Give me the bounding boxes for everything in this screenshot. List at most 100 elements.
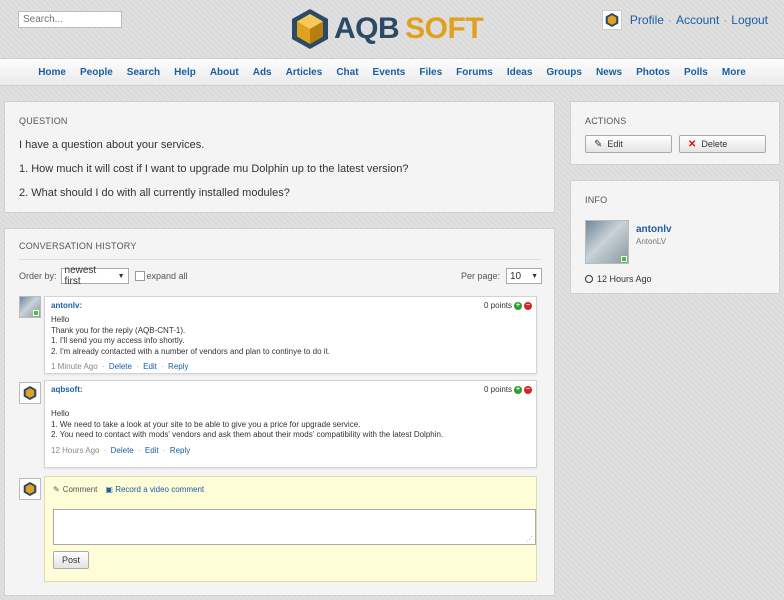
info-user-name[interactable]: antonlv	[636, 224, 672, 235]
profile-link[interactable]: Profile	[630, 13, 664, 27]
comment-textarea[interactable]: ⋰	[53, 509, 536, 545]
comment-line: Hello	[51, 315, 70, 324]
link-separator: ·	[723, 13, 728, 27]
comment-author[interactable]: aqbsoft:	[51, 385, 530, 394]
vote-down-icon[interactable]: −	[524, 385, 532, 394]
avatar[interactable]	[19, 478, 41, 500]
vote-up-icon[interactable]: +	[514, 301, 522, 310]
nav-help[interactable]: Help	[174, 67, 196, 78]
comment-mode-label[interactable]: Comment	[63, 485, 98, 494]
divider	[19, 259, 540, 260]
logout-link[interactable]: Logout	[731, 13, 768, 27]
aqb-logo-icon	[23, 386, 37, 400]
meta-separator: ·	[103, 445, 107, 455]
delete-button[interactable]: ✕ Delete	[679, 135, 766, 153]
online-status-icon	[33, 310, 39, 316]
nav-chat[interactable]: Chat	[336, 67, 358, 78]
question-line: 1. How much it will cost if I want to up…	[19, 163, 409, 175]
pencil-icon: ✎	[53, 485, 60, 494]
user-avatar-icon[interactable]	[601, 10, 622, 30]
main-nav: Home People Search Help About Ads Articl…	[0, 58, 784, 86]
comment-time: 1 Minute Ago	[51, 362, 98, 371]
account-link[interactable]: Account	[676, 13, 719, 27]
info-username: AntonLV	[636, 237, 667, 246]
comment-line: 1. We need to take a look at your site t…	[51, 419, 361, 429]
comment-body: Hello Thank you for the reply (AQB-CNT-1…	[51, 315, 530, 357]
nav-ideas[interactable]: Ideas	[507, 67, 533, 78]
order-select[interactable]: newest first ▼	[60, 265, 129, 287]
meta-separator: ·	[136, 362, 139, 371]
meta-separator: ·	[137, 445, 141, 455]
nav-articles[interactable]: Articles	[286, 67, 323, 78]
delete-button-label: Delete	[701, 139, 728, 149]
comment-reply-link[interactable]: Reply	[170, 446, 190, 455]
record-video-link[interactable]: ▣ Record a video comment	[105, 485, 204, 494]
vote-up-icon[interactable]: +	[514, 385, 522, 394]
edit-icon: ✎	[594, 138, 603, 150]
meta-separator: ·	[162, 445, 166, 455]
nav-photos[interactable]: Photos	[636, 67, 670, 78]
logo-text-aqb: AQB	[334, 12, 400, 45]
history-title: CONVERSATION HISTORY	[19, 241, 137, 251]
comment-line: 1. I'll send you my access info shortly.	[51, 336, 185, 345]
user-links: Profile · Account · Logout	[601, 10, 768, 30]
site-logo[interactable]: AQB SOFT	[290, 6, 500, 52]
search-input[interactable]	[18, 11, 122, 28]
comment-points: 0 points + −	[484, 385, 532, 394]
nav-home[interactable]: Home	[38, 67, 66, 78]
nav-ads[interactable]: Ads	[253, 67, 272, 78]
question-line: I have a question about your services.	[19, 139, 205, 151]
avatar[interactable]	[19, 296, 41, 318]
comment-reply-link[interactable]: Reply	[168, 362, 188, 371]
nav-events[interactable]: Events	[373, 67, 406, 78]
edit-button-label: Edit	[607, 139, 623, 149]
comment-edit-link[interactable]: Edit	[143, 362, 157, 371]
actions-box: ACTIONS ✎ Edit ✕ Delete	[570, 101, 780, 165]
mini-logo-icon	[605, 13, 619, 27]
per-page-value: 10	[510, 270, 522, 282]
comment-item: antonlv: 0 points + − Hello Thank you fo…	[44, 296, 537, 374]
nav-search[interactable]: Search	[127, 67, 160, 78]
meta-separator: ·	[161, 362, 164, 371]
edit-button[interactable]: ✎ Edit	[585, 135, 672, 153]
nav-groups[interactable]: Groups	[546, 67, 582, 78]
nav-news[interactable]: News	[596, 67, 622, 78]
post-button[interactable]: Post	[53, 551, 89, 569]
comment-delete-link[interactable]: Delete	[111, 446, 134, 455]
chevron-down-icon: ▼	[117, 272, 125, 280]
avatar[interactable]	[19, 382, 41, 404]
comment-line: Hello	[51, 409, 70, 418]
comment-author[interactable]: antonlv:	[51, 301, 530, 310]
comment-meta: 12 Hours Ago · Delete · Edit · Reply	[51, 446, 530, 455]
info-time: 12 Hours Ago	[585, 274, 652, 284]
nav-more[interactable]: More	[722, 67, 746, 78]
nav-forums[interactable]: Forums	[456, 67, 493, 78]
actions-title: ACTIONS	[585, 116, 627, 126]
info-box: INFO antonlv AntonLV 12 Hours Ago	[570, 180, 780, 294]
question-title: QUESTION	[19, 116, 68, 126]
expand-all-checkbox[interactable]	[134, 271, 145, 281]
comment-edit-link[interactable]: Edit	[145, 446, 159, 455]
avatar[interactable]	[585, 220, 629, 264]
nav-polls[interactable]: Polls	[684, 67, 708, 78]
aqb-logo-icon	[23, 482, 37, 496]
comment-line: Thank you for the reply (AQB-CNT-1).	[51, 325, 186, 335]
meta-separator: ·	[101, 362, 105, 371]
header: AQBSOFT Profile · Account · Logout	[0, 0, 784, 58]
resize-grip-icon[interactable]: ⋰	[526, 535, 533, 543]
comment-meta: 1 Minute Ago · Delete · Edit · Reply	[51, 362, 530, 371]
comment-line: 2. You need to contact with mods' vendor…	[51, 430, 444, 439]
logo-text: AQB SOFT	[334, 12, 484, 46]
clock-icon	[585, 275, 593, 283]
info-time-value: 12 Hours Ago	[597, 274, 652, 284]
expand-all-label: expand all	[146, 271, 188, 281]
nav-about[interactable]: About	[210, 67, 239, 78]
points-value: 0 points	[483, 385, 512, 394]
order-value: newest first	[64, 265, 97, 287]
comment-delete-link[interactable]: Delete	[109, 362, 132, 371]
nav-people[interactable]: People	[80, 67, 113, 78]
per-page-select[interactable]: 10 ▼	[506, 268, 542, 284]
nav-files[interactable]: Files	[419, 67, 442, 78]
question-box: QUESTION I have a question about your se…	[4, 101, 555, 213]
vote-down-icon[interactable]: −	[524, 301, 532, 310]
